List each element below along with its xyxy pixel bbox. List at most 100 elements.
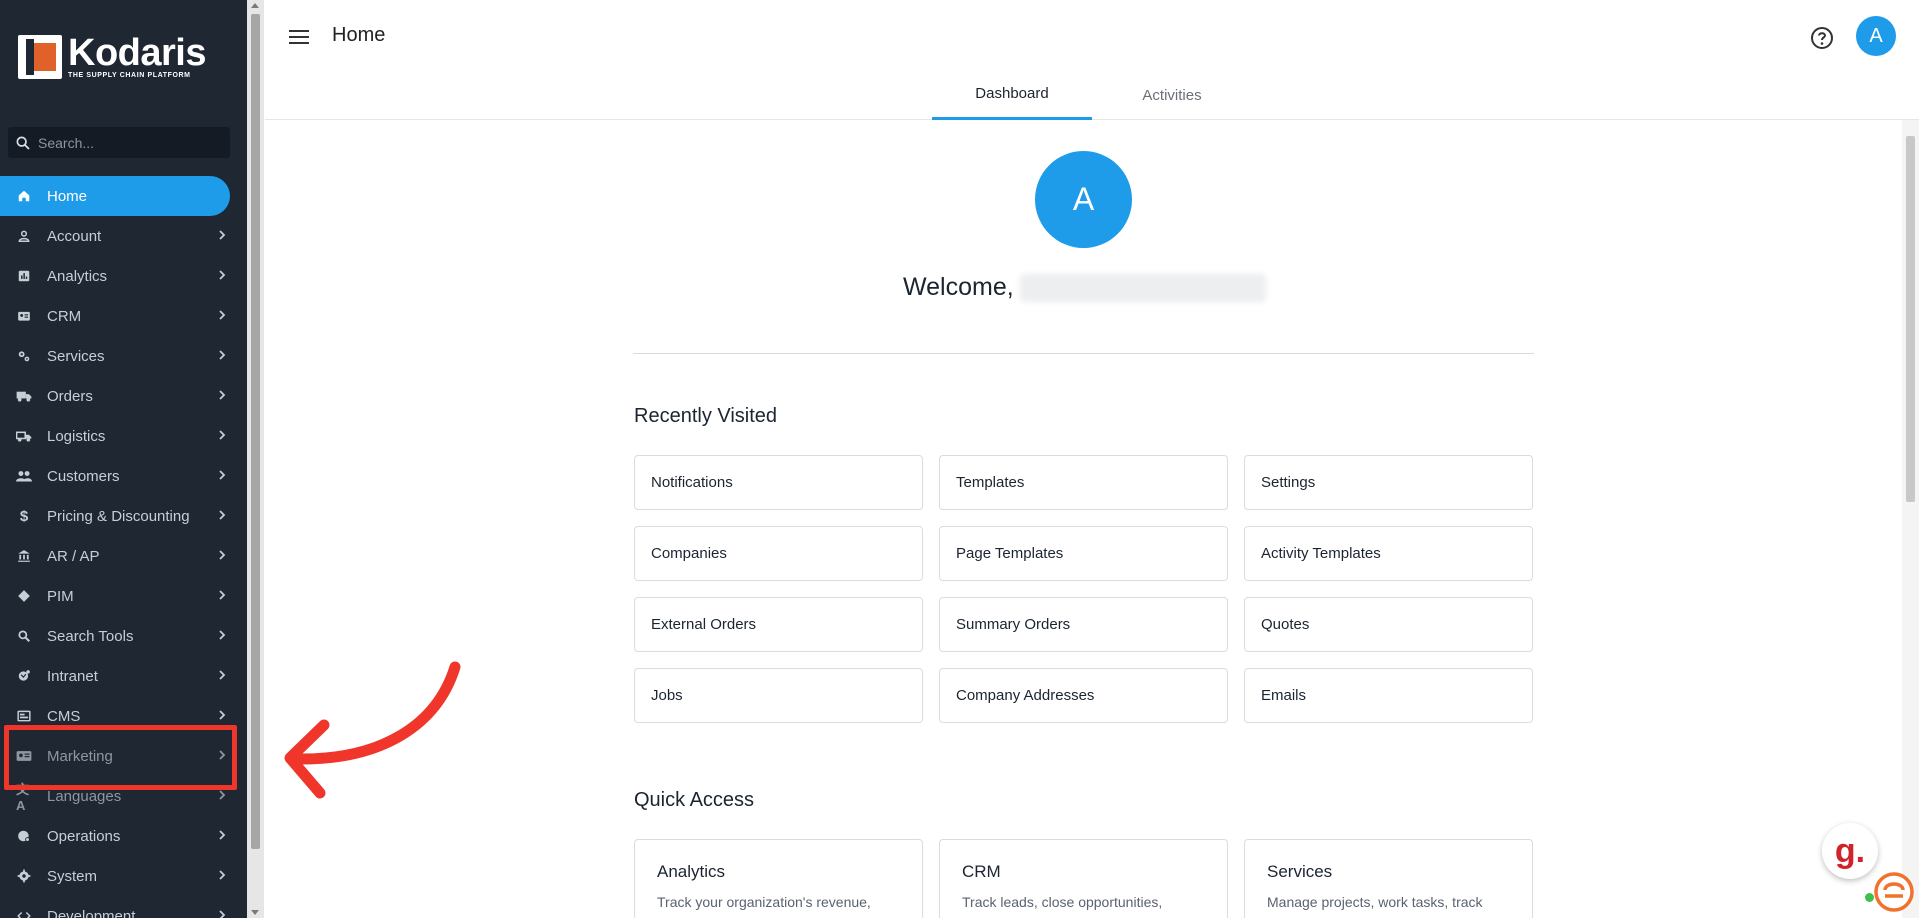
sidebar-item-label: Languages: [47, 787, 122, 805]
sidebar-item-label: AR / AP: [47, 547, 100, 565]
online-status-dot: [1865, 893, 1874, 902]
quick-access-card-title: Services: [1267, 862, 1333, 881]
sidebar-item-logistics[interactable]: Logistics: [0, 416, 247, 456]
chevron-right-icon: [217, 628, 227, 645]
sidebar-item-search-tools[interactable]: Search Tools: [0, 616, 247, 656]
person-icon: [16, 228, 32, 244]
tab-dashboard[interactable]: Dashboard: [932, 70, 1092, 120]
sidebar-nav: Home Account Analytics CRM Services Orde…: [0, 176, 247, 918]
operations-icon: [16, 828, 32, 844]
quick-access-card-crm[interactable]: CRM Track leads, close opportunities,: [939, 839, 1228, 918]
chevron-right-icon: [217, 788, 227, 805]
kodaris-logo[interactable]: Kodaris THE SUPPLY CHAIN PLATFORM: [18, 34, 206, 79]
recent-tile-page-templates[interactable]: Page Templates: [939, 526, 1228, 581]
crm-icon: [16, 308, 32, 324]
chevron-right-icon: [217, 428, 227, 445]
intranet-icon: [16, 668, 32, 684]
main-scrollbar[interactable]: [1902, 120, 1919, 918]
scroll-up-arrow-icon[interactable]: [251, 3, 259, 8]
recent-tile-activity-templates[interactable]: Activity Templates: [1244, 526, 1533, 581]
tab-activities[interactable]: Activities: [1092, 70, 1252, 120]
recent-tile-external-orders[interactable]: External Orders: [634, 597, 923, 652]
user-avatar-button[interactable]: A: [1856, 16, 1896, 56]
sidebar-item-home[interactable]: Home: [0, 176, 230, 216]
chevron-right-icon: [217, 868, 227, 885]
sidebar-item-pricing-discounting[interactable]: $ Pricing & Discounting: [0, 496, 247, 536]
chevron-right-icon: [217, 828, 227, 845]
search-icon: [8, 135, 38, 151]
welcome-text: Welcome,: [903, 273, 1014, 301]
recent-tile-settings[interactable]: Settings: [1244, 455, 1533, 510]
recent-tile-templates[interactable]: Templates: [939, 455, 1228, 510]
dollar-icon: $: [19, 507, 29, 525]
chevron-right-icon: [217, 548, 227, 565]
logo-mark-icon: [18, 34, 62, 79]
home-icon: [16, 188, 32, 204]
sidebar-item-label: Orders: [47, 387, 93, 405]
chevron-right-icon: [217, 268, 227, 285]
marketing-highlight-box: [4, 725, 237, 790]
sidebar-item-crm[interactable]: CRM: [0, 296, 247, 336]
people-icon: [16, 468, 32, 484]
sidebar-item-pim[interactable]: PIM: [0, 576, 247, 616]
chevron-right-icon: [217, 708, 227, 725]
recent-tile-companies[interactable]: Companies: [634, 526, 923, 581]
sidebar-scroll-thumb[interactable]: [251, 14, 260, 849]
chevron-right-icon: [217, 508, 227, 525]
chevron-right-icon: [217, 388, 227, 405]
main-scroll-thumb[interactable]: [1906, 136, 1915, 502]
scroll-down-arrow-icon[interactable]: [251, 910, 259, 915]
translate-icon: 文A: [16, 782, 30, 813]
recent-tile-company-addresses[interactable]: Company Addresses: [939, 668, 1228, 723]
sidebar-item-label: Home: [47, 187, 88, 205]
sidebar-item-label: CMS: [47, 707, 81, 725]
recently-visited-title: Recently Visited: [634, 405, 778, 427]
sidebar-item-label: Intranet: [47, 667, 98, 685]
chat-support-icon[interactable]: [1870, 868, 1914, 912]
app-root: Kodaris THE SUPPLY CHAIN PLATFORM Home A…: [0, 0, 1919, 918]
recent-tile-notifications[interactable]: Notifications: [634, 455, 923, 510]
search-icon: [16, 628, 32, 644]
sidebar-item-label: CRM: [47, 307, 82, 325]
sidebar-item-ar-ap[interactable]: AR / AP: [0, 536, 247, 576]
quick-access-title: Quick Access: [634, 789, 755, 811]
chevron-right-icon: [217, 468, 227, 485]
recent-tile-emails[interactable]: Emails: [1244, 668, 1533, 723]
sidebar-item-operations[interactable]: Operations: [0, 816, 247, 856]
quick-access-card-services[interactable]: Services Manage projects, work tasks, tr…: [1244, 839, 1533, 918]
sidebar-item-analytics[interactable]: Analytics: [0, 256, 247, 296]
sidebar-item-orders[interactable]: Orders: [0, 376, 247, 416]
redacted-email: [1019, 273, 1266, 302]
recent-tile-quotes[interactable]: Quotes: [1244, 597, 1533, 652]
cms-icon: [16, 708, 32, 724]
shipping-icon: [16, 428, 32, 444]
recent-tile-jobs[interactable]: Jobs: [634, 668, 923, 723]
sidebar-item-account[interactable]: Account: [0, 216, 247, 256]
profile-avatar: A: [1035, 151, 1132, 248]
page-title: Home: [332, 24, 386, 46]
hamburger-menu-icon[interactable]: [289, 28, 311, 46]
quick-access-card-desc: Track your organization's revenue,: [657, 894, 871, 910]
sidebar-item-label: Search Tools: [47, 627, 134, 645]
quick-access-card-desc: Manage projects, work tasks, track: [1267, 894, 1483, 910]
pointer-arrow-icon: [284, 661, 461, 799]
help-icon[interactable]: [1810, 26, 1834, 50]
sidebar-item-label: Customers: [47, 467, 120, 485]
sidebar-item-customers[interactable]: Customers: [0, 456, 247, 496]
sidebar-item-label: PIM: [47, 587, 74, 605]
gear-icon: [16, 868, 32, 884]
quick-access-card-analytics[interactable]: Analytics Track your organization's reve…: [634, 839, 923, 918]
sidebar-item-development[interactable]: Development: [0, 896, 247, 918]
sidebar-item-intranet[interactable]: Intranet: [0, 656, 247, 696]
sidebar-item-services[interactable]: Services: [0, 336, 247, 376]
sidebar-item-label: System: [47, 867, 98, 885]
sidebar-search-input[interactable]: [38, 134, 218, 151]
quick-access-card-title: Analytics: [657, 862, 726, 881]
sidebar-item-label: Logistics: [47, 427, 106, 445]
logo-name: Kodaris: [68, 32, 206, 74]
bank-icon: [16, 548, 32, 564]
tab-bar: Dashboard Activities: [932, 70, 1252, 120]
sidebar-item-system[interactable]: System: [0, 856, 247, 896]
recent-tile-summary-orders[interactable]: Summary Orders: [939, 597, 1228, 652]
truck-icon: [16, 388, 32, 404]
